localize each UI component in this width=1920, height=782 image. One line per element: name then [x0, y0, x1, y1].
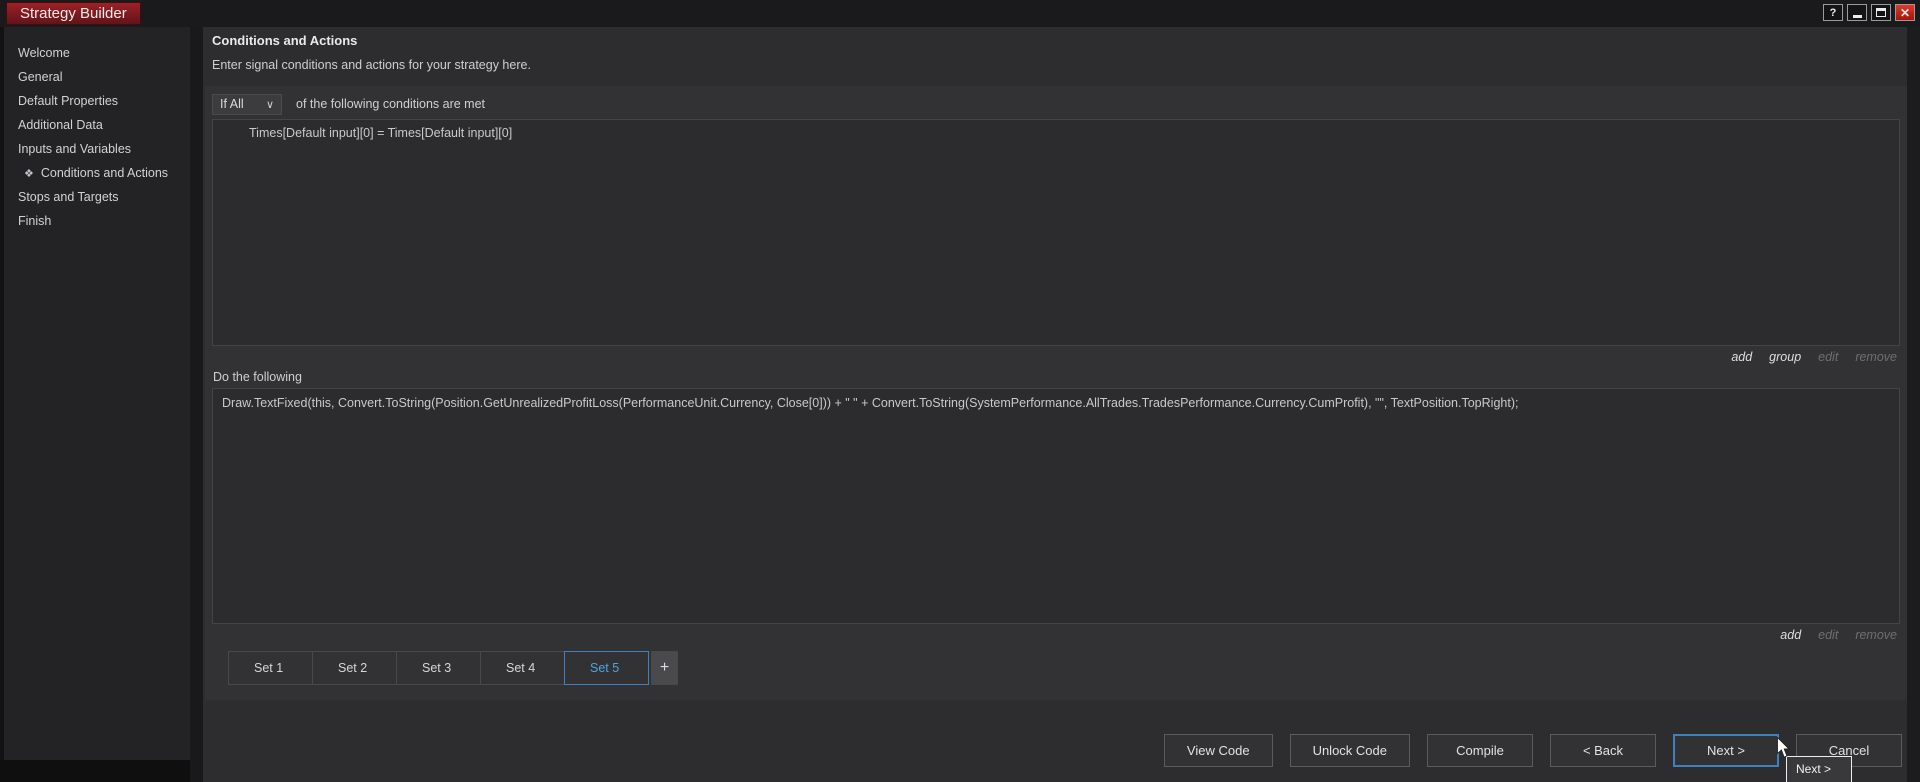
strategy-builder-window: Strategy Builder ? ✕ Welcome General Def…	[0, 0, 1920, 782]
match-mode-suffix-label: of the following conditions are met	[296, 97, 485, 111]
sidebar-item-inputs-and-variables[interactable]: Inputs and Variables	[4, 137, 190, 161]
actions-link-bar: add edit remove	[1780, 628, 1897, 642]
compile-button[interactable]: Compile	[1427, 734, 1533, 767]
sidebar-item-additional-data[interactable]: Additional Data	[4, 113, 190, 137]
window-right-border	[1907, 27, 1920, 782]
add-set-button[interactable]: +	[651, 651, 678, 685]
sidebar-item-conditions-and-actions[interactable]: ❖ Conditions and Actions	[4, 161, 190, 185]
window-bottom-left-strip	[0, 760, 190, 782]
window-title: Strategy Builder	[6, 2, 141, 25]
sidebar-item-finish[interactable]: Finish	[4, 209, 190, 233]
wizard-sidebar: Welcome General Default Properties Addit…	[4, 27, 190, 760]
conditions-add-link[interactable]: add	[1731, 350, 1752, 364]
view-code-button[interactable]: View Code	[1163, 734, 1273, 767]
conditions-link-bar: add group edit remove	[1731, 350, 1897, 364]
actions-remove-link: remove	[1855, 628, 1897, 642]
action-row[interactable]: Draw.TextFixed(this, Convert.ToString(Po…	[222, 396, 1518, 410]
tab-set-1[interactable]: Set 1	[228, 651, 313, 685]
current-step-diamond-icon: ❖	[24, 168, 34, 180]
minimize-icon	[1852, 15, 1862, 18]
actions-edit-link: edit	[1818, 628, 1839, 642]
help-button[interactable]: ?	[1823, 4, 1843, 21]
sidebar-item-default-properties[interactable]: Default Properties	[4, 89, 190, 113]
maximize-icon	[1876, 8, 1886, 17]
sidebar-item-general[interactable]: General	[4, 65, 190, 89]
sidebar-item-welcome[interactable]: Welcome	[4, 41, 190, 65]
mouse-cursor-icon	[1777, 737, 1790, 758]
conditions-edit-link: edit	[1818, 350, 1839, 364]
actions-list[interactable]: Draw.TextFixed(this, Convert.ToString(Po…	[212, 388, 1900, 624]
title-bar: Strategy Builder ? ✕	[0, 0, 1920, 27]
chevron-down-icon: ∨	[265, 98, 274, 111]
sidebar-item-stops-and-targets[interactable]: Stops and Targets	[4, 185, 190, 209]
conditions-group-link[interactable]: group	[1769, 350, 1801, 364]
actions-section-label: Do the following	[213, 370, 302, 384]
actions-add-link[interactable]: add	[1780, 628, 1801, 642]
help-icon: ?	[1829, 6, 1837, 19]
back-button[interactable]: < Back	[1550, 734, 1656, 767]
tab-set-3[interactable]: Set 3	[396, 651, 481, 685]
match-mode-select[interactable]: If All ∨	[212, 93, 282, 115]
plus-icon: +	[659, 659, 670, 676]
window-controls: ? ✕	[1823, 4, 1915, 21]
condition-match-row: If All ∨ of the following conditions are…	[212, 93, 485, 115]
close-icon: ✕	[1899, 5, 1911, 20]
maximize-button[interactable]	[1871, 4, 1891, 21]
next-button-tooltip: Next >	[1786, 756, 1852, 782]
condition-row[interactable]: Times[Default input][0] = Times[Default …	[249, 126, 512, 140]
minimize-button[interactable]	[1847, 4, 1867, 21]
page-title: Conditions and Actions	[212, 33, 358, 48]
tab-set-5[interactable]: Set 5	[564, 651, 649, 685]
match-mode-value: If All	[220, 97, 244, 111]
conditions-list[interactable]: Times[Default input][0] = Times[Default …	[212, 119, 1900, 346]
conditions-remove-link: remove	[1855, 350, 1897, 364]
set-tab-bar: Set 1 Set 2 Set 3 Set 4 Set 5 +	[228, 651, 678, 685]
tab-set-2[interactable]: Set 2	[312, 651, 397, 685]
next-button[interactable]: Next >	[1673, 734, 1779, 767]
close-button[interactable]: ✕	[1895, 4, 1915, 21]
unlock-code-button[interactable]: Unlock Code	[1289, 734, 1410, 767]
sidebar-divider	[190, 27, 203, 782]
page-subtitle: Enter signal conditions and actions for …	[212, 58, 531, 72]
conditions-actions-panel: If All ∨ of the following conditions are…	[205, 86, 1907, 700]
tab-set-4[interactable]: Set 4	[480, 651, 565, 685]
